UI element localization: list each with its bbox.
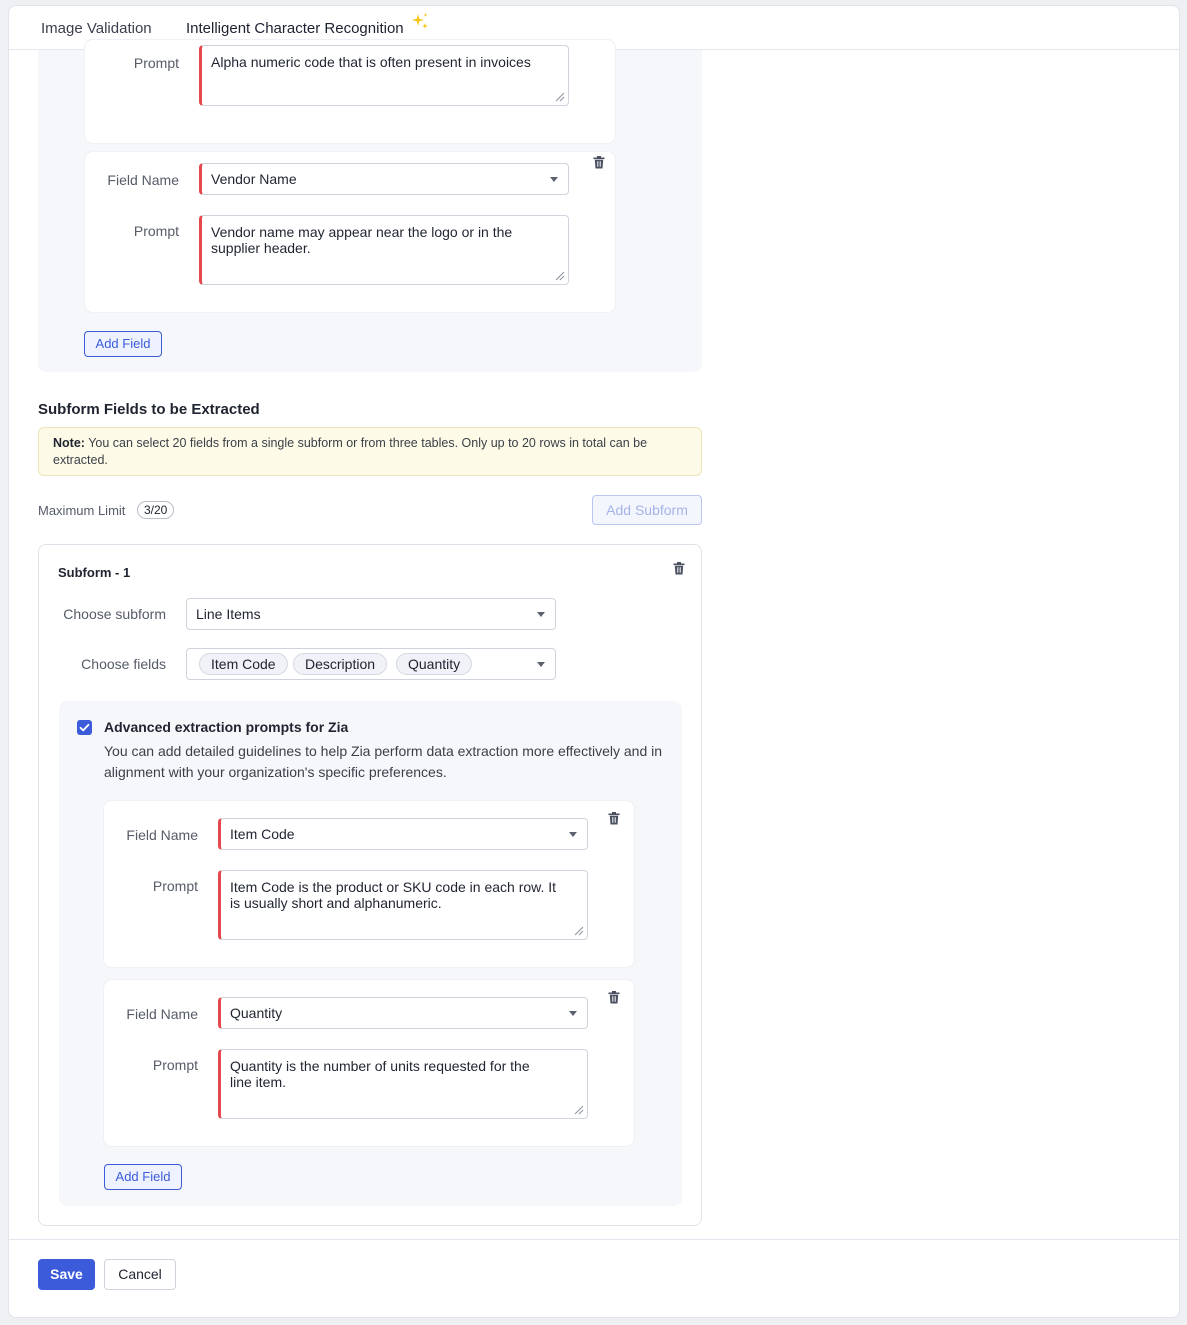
resize-grip-icon[interactable] bbox=[553, 90, 565, 102]
prompt-textarea[interactable]: Vendor name may appear near the logo or … bbox=[199, 215, 569, 285]
choose-subform-value: Line Items bbox=[196, 606, 261, 622]
chevron-down-icon bbox=[569, 1011, 577, 1016]
advanced-extraction-title: Advanced extraction prompts for Zia bbox=[104, 719, 349, 735]
chevron-down-icon bbox=[550, 177, 558, 182]
subform-card: Subform - 1 Choose subform Line Items Ch… bbox=[38, 544, 702, 1226]
trash-icon[interactable] bbox=[608, 812, 620, 825]
trash-icon[interactable] bbox=[593, 156, 605, 169]
choose-subform-select[interactable]: Line Items bbox=[186, 598, 556, 630]
field-name-value: Quantity bbox=[230, 1005, 283, 1021]
add-field-button[interactable]: Add Field bbox=[104, 1164, 182, 1190]
field-prompt-card: Field Name Item Code Prompt Item Code is… bbox=[104, 801, 634, 967]
field-name-label: Field Name bbox=[107, 172, 179, 188]
resize-grip-icon[interactable] bbox=[572, 1103, 584, 1115]
maximum-limit-label: Maximum Limit bbox=[38, 503, 126, 518]
prompt-label: Prompt bbox=[133, 55, 179, 71]
choose-fields-multiselect[interactable]: Item Code Description Quantity bbox=[186, 648, 556, 680]
cancel-button[interactable]: Cancel bbox=[104, 1259, 176, 1290]
resize-grip-icon[interactable] bbox=[553, 269, 565, 281]
trash-icon[interactable] bbox=[608, 991, 620, 1004]
prompt-text: Vendor name may appear near the logo or … bbox=[211, 224, 513, 256]
field-prompt-card: Prompt Alpha numeric code that is often … bbox=[85, 40, 615, 143]
field-name-label: Field Name bbox=[126, 827, 198, 843]
check-icon bbox=[79, 723, 90, 732]
advanced-extraction-checkbox[interactable] bbox=[77, 720, 92, 735]
subform-section-title: Subform Fields to be Extracted bbox=[38, 401, 260, 418]
field-chip[interactable]: Quantity bbox=[396, 653, 473, 675]
footer-divider bbox=[9, 1239, 1179, 1240]
field-name-label: Field Name bbox=[126, 1006, 198, 1022]
maximum-limit-badge: 3/20 bbox=[137, 501, 175, 519]
chevron-down-icon bbox=[537, 612, 545, 617]
icr-settings-window: Image Validation Intelligent Character R… bbox=[8, 5, 1180, 1318]
field-chip[interactable]: Description bbox=[293, 653, 388, 675]
trash-icon[interactable] bbox=[673, 562, 685, 575]
tab-image-validation[interactable]: Image Validation bbox=[41, 20, 152, 37]
add-field-button[interactable]: Add Field bbox=[84, 331, 162, 357]
choose-fields-label: Choose fields bbox=[81, 656, 166, 672]
prompt-textarea[interactable]: Quantity is the number of units requeste… bbox=[218, 1049, 588, 1119]
choose-subform-label: Choose subform bbox=[63, 606, 166, 622]
sparkle-icon bbox=[412, 13, 428, 29]
field-name-value: Item Code bbox=[230, 826, 295, 842]
chevron-down-icon bbox=[569, 832, 577, 837]
note-text: You can select 20 fields from a single s… bbox=[53, 436, 648, 467]
field-prompt-card: Field Name Quantity Prompt Quantity is t… bbox=[104, 980, 634, 1146]
prompt-textarea[interactable]: Alpha numeric code that is often present… bbox=[199, 45, 569, 106]
field-prompts-panel: Prompt Alpha numeric code that is often … bbox=[38, 40, 702, 372]
prompt-text: Alpha numeric code that is often present… bbox=[211, 54, 531, 70]
subform-note: Note: You can select 20 fields from a si… bbox=[38, 427, 702, 476]
save-button[interactable]: Save bbox=[38, 1259, 95, 1290]
field-prompt-card: Field Name Vendor Name Prompt Vendor nam… bbox=[85, 152, 615, 312]
prompt-label: Prompt bbox=[133, 223, 179, 239]
prompt-text: Item Code is the product or SKU code in … bbox=[230, 879, 557, 911]
prompt-label: Prompt bbox=[152, 1057, 198, 1073]
field-name-select[interactable]: Item Code bbox=[218, 818, 588, 850]
prompt-text: Quantity is the number of units requeste… bbox=[230, 1058, 530, 1090]
field-name-select[interactable]: Quantity bbox=[218, 997, 588, 1029]
prompt-label: Prompt bbox=[152, 878, 198, 894]
add-subform-button[interactable]: Add Subform bbox=[592, 495, 702, 525]
note-label: Note: bbox=[53, 436, 85, 450]
field-name-select[interactable]: Vendor Name bbox=[199, 163, 569, 195]
subform-title: Subform - 1 bbox=[58, 565, 131, 580]
chevron-down-icon bbox=[537, 662, 545, 667]
advanced-extraction-description: You can add detailed guidelines to help … bbox=[104, 743, 663, 780]
tab-intelligent-character-recognition[interactable]: Intelligent Character Recognition bbox=[186, 20, 404, 37]
resize-grip-icon[interactable] bbox=[572, 924, 584, 936]
field-chip[interactable]: Item Code bbox=[199, 653, 288, 675]
prompt-textarea[interactable]: Item Code is the product or SKU code in … bbox=[218, 870, 588, 940]
advanced-extraction-panel: Advanced extraction prompts for Zia You … bbox=[59, 701, 682, 1206]
field-name-value: Vendor Name bbox=[211, 171, 297, 187]
